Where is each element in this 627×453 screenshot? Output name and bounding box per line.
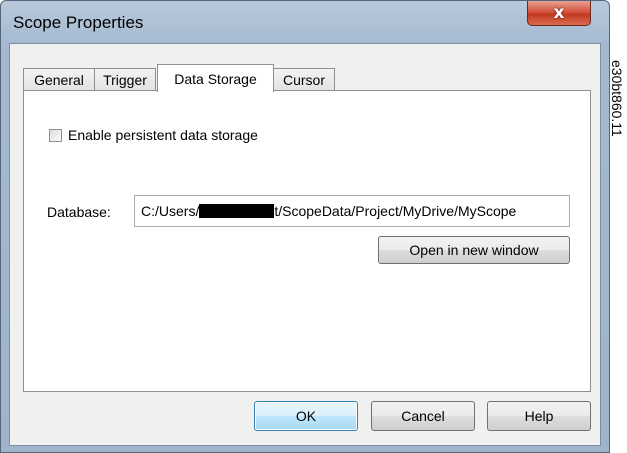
window-title: Scope Properties xyxy=(13,13,144,32)
title-bar[interactable]: Scope Properties x xyxy=(1,1,609,43)
figure-id-label: e30bt860.11 xyxy=(609,60,627,137)
persistent-storage-option[interactable]: Enable persistent data storage xyxy=(49,127,258,143)
close-button[interactable]: x xyxy=(527,1,591,26)
ok-button[interactable]: OK xyxy=(254,401,358,431)
tab-trigger[interactable]: Trigger xyxy=(94,68,156,91)
tab-general[interactable]: General xyxy=(23,68,95,91)
database-path-field[interactable]: C:/Users/t/ScopeData/Project/MyDrive/MyS… xyxy=(134,195,570,227)
figure-id-text: e30bt860.11 xyxy=(609,60,625,137)
database-path-prefix: C:/Users/ xyxy=(141,203,200,219)
database-path-suffix: t/ScopeData/Project/MyDrive/MyScope xyxy=(274,203,517,219)
dialog-client-area: General Trigger Data Storage Cursor Enab… xyxy=(9,43,601,446)
tab-cursor[interactable]: Cursor xyxy=(273,68,335,91)
database-label: Database: xyxy=(47,204,111,220)
open-in-new-window-button[interactable]: Open in new window xyxy=(378,236,570,264)
help-button[interactable]: Help xyxy=(487,401,591,431)
tab-data-storage[interactable]: Data Storage xyxy=(157,64,274,92)
data-storage-panel: Enable persistent data storage Database:… xyxy=(23,90,591,392)
dialog-window: Scope Properties x General Trigger Data … xyxy=(0,0,610,453)
close-icon: x xyxy=(553,3,565,23)
persistent-storage-checkbox[interactable] xyxy=(49,128,62,142)
cancel-button[interactable]: Cancel xyxy=(371,401,475,431)
redacted-username xyxy=(199,204,275,218)
persistent-storage-label: Enable persistent data storage xyxy=(68,127,258,143)
